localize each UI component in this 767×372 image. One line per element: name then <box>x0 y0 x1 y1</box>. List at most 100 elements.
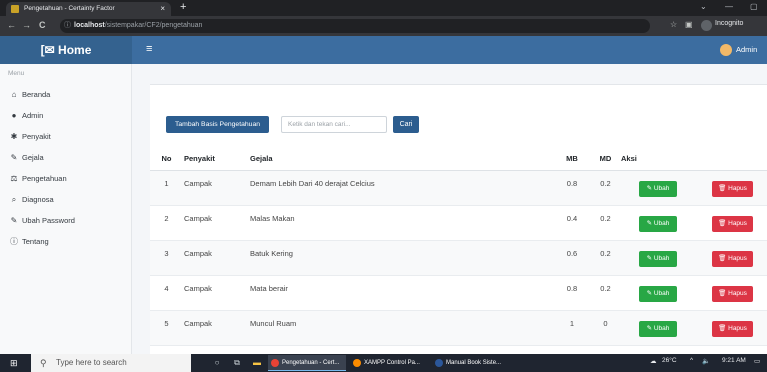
cell-no: 4 <box>150 275 183 311</box>
delete-label: Hapus <box>728 324 747 332</box>
sidebar-item-label: Penyakit <box>22 132 51 141</box>
edit-button[interactable]: ✎ Ubah <box>639 250 677 267</box>
cell-actions: ✎ Ubah 🗑 Hapus <box>621 170 767 206</box>
edit-button[interactable]: ✎ Ubah <box>639 180 677 197</box>
sidebar-item-label: Diagnosa <box>22 195 54 204</box>
minimize-button[interactable]: — <box>725 2 733 11</box>
delete-label: Hapus <box>728 254 747 262</box>
edit-label: Ubah <box>653 254 670 262</box>
edit-icon: ✎ <box>10 216 18 225</box>
menu-toggle-icon[interactable]: ≡ <box>146 43 152 55</box>
table-row: 3 Campak Batuk Kering 0.6 0.2 ✎ Ubah 🗑 H… <box>150 240 767 276</box>
word-icon <box>435 359 443 367</box>
taskbar-search-placeholder: Type here to search <box>56 358 127 367</box>
sidebar-heading: Menu <box>8 70 25 77</box>
edit-label: Ubah <box>653 219 670 227</box>
file-explorer-icon[interactable]: ▬ <box>252 358 262 368</box>
cell-actions: ✎ Ubah 🗑 Hapus <box>621 205 767 241</box>
table-row: 2 Campak Malas Makan 0.4 0.2 ✎ Ubah 🗑 Ha… <box>150 205 767 241</box>
chevron-up-icon[interactable]: ^ <box>690 357 693 364</box>
delete-button[interactable]: 🗑 Hapus <box>712 215 753 232</box>
search-input[interactable] <box>281 116 387 133</box>
url-field[interactable]: ⓘ localhost/sistempakar/CF2/pengetahuan <box>60 19 650 33</box>
notification-icon[interactable]: ▭ <box>754 357 760 365</box>
avatar[interactable] <box>720 44 732 56</box>
cortana-icon[interactable]: ○ <box>212 358 222 368</box>
pencil-icon: ✎ <box>10 153 18 162</box>
edit-button[interactable]: ✎ Ubah <box>639 285 677 302</box>
volume-icon[interactable]: 🔈 <box>702 357 710 365</box>
cell-mb: 0.8 <box>554 170 590 206</box>
edit-icon: ✎ <box>646 289 654 297</box>
cell-mb: 0.6 <box>554 240 590 276</box>
brand-title: Home <box>58 43 92 57</box>
header-aksi: Aksi <box>621 148 767 171</box>
sidebar-item-label: Beranda <box>22 90 51 99</box>
weather-temp[interactable]: 26°C <box>662 357 677 364</box>
edit-button[interactable]: ✎ Ubah <box>639 215 677 232</box>
delete-label: Hapus <box>728 289 747 297</box>
delete-button[interactable]: 🗑 Hapus <box>712 320 753 337</box>
taskbar-search-field[interactable]: ⚲ Type here to search <box>31 354 191 372</box>
sidebar-item-ubah-password[interactable]: ✎ Ubah Password <box>0 212 132 230</box>
tab-search-icon[interactable]: ▣ <box>685 20 693 29</box>
new-tab-button[interactable]: + <box>180 1 186 13</box>
windows-start-icon[interactable]: ⊞ <box>10 358 20 368</box>
edit-icon: ✎ <box>646 254 654 262</box>
delete-button[interactable]: 🗑 Hapus <box>712 180 753 197</box>
search-button[interactable]: Cari <box>393 116 419 133</box>
delete-button[interactable]: 🗑 Hapus <box>712 250 753 267</box>
browser-tab-bar: Pengetahuan - Certainty Factor × + ⌄ — ▢ <box>0 0 767 16</box>
cell-penyakit: Campak <box>183 310 249 346</box>
cell-actions: ✎ Ubah 🗑 Hapus <box>621 275 767 311</box>
taskbar-app-label: Pengetahuan - Cert... <box>282 360 340 366</box>
browser-tab[interactable]: Pengetahuan - Certainty Factor × <box>6 2 171 16</box>
close-tab-icon[interactable]: × <box>160 2 165 16</box>
table-row: 1 Campak Demam Lebih Dari 40 derajat Cel… <box>150 170 767 206</box>
site-info-icon[interactable]: ⓘ <box>64 19 71 33</box>
cell-no: 5 <box>150 310 183 346</box>
user-name[interactable]: Admin <box>736 45 757 54</box>
sidebar-item-beranda[interactable]: ⌂ Beranda <box>0 86 132 104</box>
edit-label: Ubah <box>653 184 670 192</box>
edit-button[interactable]: ✎ Ubah <box>639 320 677 337</box>
chevron-down-icon[interactable]: ⌄ <box>700 2 707 11</box>
task-view-icon[interactable]: ⧉ <box>232 358 242 368</box>
taskbar-app-word[interactable]: Manual Book Siste... <box>432 355 510 371</box>
add-knowledge-button[interactable]: Tambah Basis Pengetahuan <box>166 116 269 133</box>
header-mb: MB <box>554 148 590 171</box>
trash-icon: 🗑 <box>718 219 729 227</box>
bookmark-star-icon[interactable]: ☆ <box>670 20 677 29</box>
sidebar-item-pengetahuan[interactable]: ⚖ Pengetahuan <box>0 170 132 188</box>
clock[interactable]: 9:21 AM <box>722 357 746 364</box>
reload-button[interactable]: C <box>39 20 46 30</box>
info-icon: ⓘ <box>10 237 18 246</box>
user-icon: ● <box>11 111 17 120</box>
cell-mb: 1 <box>554 310 590 346</box>
trash-icon: 🗑 <box>718 324 729 332</box>
cell-actions: ✎ Ubah 🗑 Hapus <box>621 310 767 346</box>
cell-md: 0.2 <box>590 275 621 311</box>
delete-button[interactable]: 🗑 Hapus <box>712 285 753 302</box>
sidebar-item-diagnosa[interactable]: ⌕ Diagnosa <box>0 191 132 209</box>
table-header-row: No Penyakit Gejala MB MD Aksi <box>150 148 767 171</box>
sidebar: Menu ⌂ Beranda ● Admin ✱ Penyakit ✎ Geja… <box>0 64 132 354</box>
incognito-label: Incognito <box>715 20 744 27</box>
search-icon: ⚲ <box>40 358 47 368</box>
sidebar-item-admin[interactable]: ● Admin <box>0 107 132 125</box>
cell-gejala: Malas Makan <box>249 205 554 241</box>
sidebar-item-penyakit[interactable]: ✱ Penyakit <box>0 128 132 146</box>
monitor-icon: [✉ <box>40 43 55 57</box>
sidebar-item-tentang[interactable]: ⓘ Tentang <box>0 233 132 251</box>
trash-icon: 🗑 <box>718 254 729 262</box>
header-gejala: Gejala <box>249 148 554 171</box>
back-button[interactable]: ← <box>7 20 16 30</box>
brand-link[interactable]: [✉ Home <box>0 36 132 64</box>
sidebar-item-gejala[interactable]: ✎ Gejala <box>0 149 132 167</box>
cell-no: 3 <box>150 240 183 276</box>
cell-penyakit: Campak <box>183 275 249 311</box>
maximize-button[interactable]: ▢ <box>750 2 758 11</box>
forward-button[interactable]: → <box>22 20 31 30</box>
taskbar-app-xampp[interactable]: XAMPP Control Pa... <box>350 355 428 371</box>
taskbar-app-chrome[interactable]: Pengetahuan - Cert... <box>268 355 346 371</box>
